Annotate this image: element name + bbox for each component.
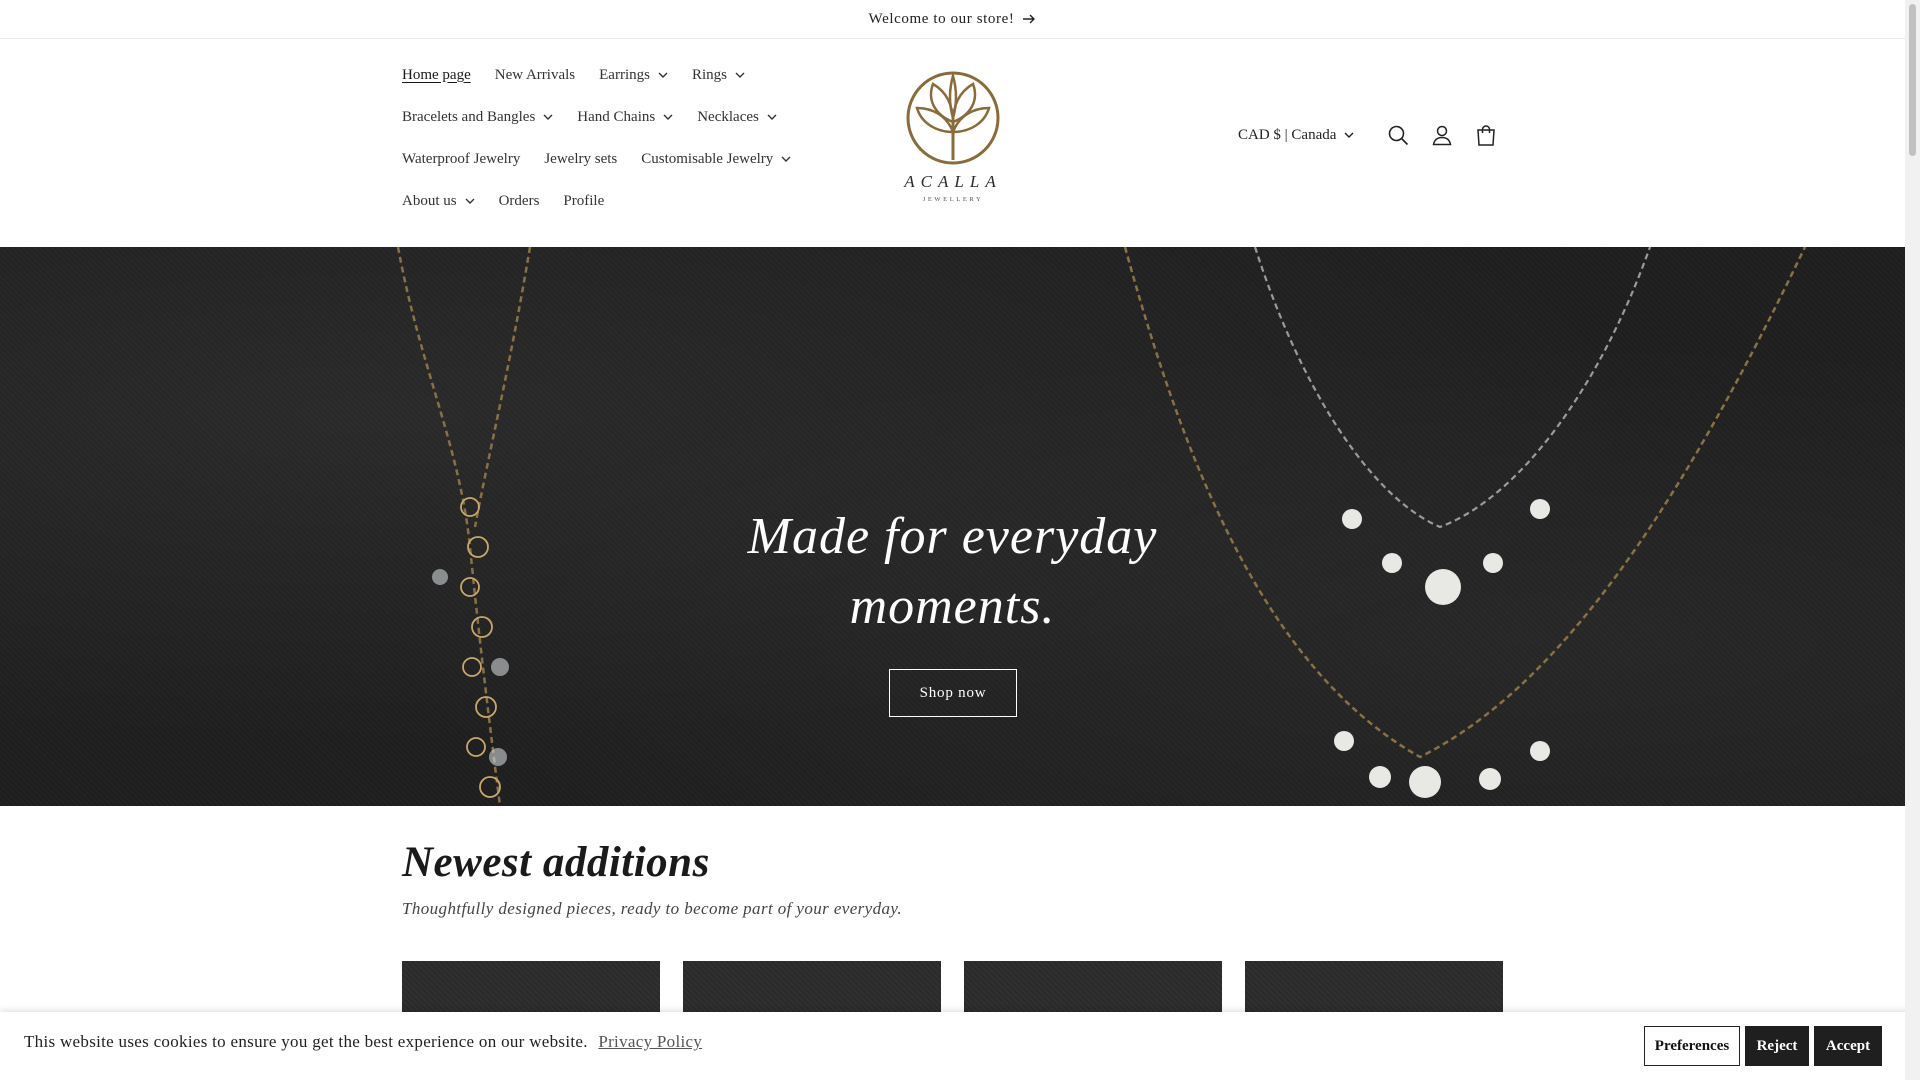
preferences-button[interactable]: Preferences — [1644, 1026, 1740, 1066]
chevron-down-icon — [658, 72, 668, 78]
nav-item-waterproof-jewelry[interactable]: Waterproof Jewelry — [402, 151, 520, 168]
page-scrollbar[interactable] — [1905, 0, 1920, 1080]
nav-item-bracelets-and-bangles[interactable]: Bracelets and Bangles — [402, 109, 553, 126]
cookie-actions: Preferences Reject Accept — [1639, 1026, 1882, 1066]
nav-item-label: Hand Chains — [577, 108, 656, 125]
nav-item-rings[interactable]: Rings — [692, 67, 745, 84]
nav-item-necklaces[interactable]: Necklaces — [697, 109, 777, 126]
main-navigation: Home page New Arrivals Earrings Rings Bracel… — [402, 54, 832, 222]
cookie-text: This website uses cookies to ensure you … — [24, 1032, 588, 1051]
search-icon[interactable] — [1387, 124, 1409, 146]
nav-item-earrings[interactable]: Earrings — [599, 67, 668, 84]
chevron-down-icon — [735, 72, 745, 78]
nav-item-label: Jewelry sets — [544, 150, 618, 167]
store-logo[interactable]: ACALLA JEWELLERY — [900, 70, 1006, 210]
site-header: Home page New Arrivals Earrings Rings Bracel… — [0, 40, 1905, 247]
nav-item-label: Orders — [498, 192, 540, 209]
account-icon[interactable] — [1431, 124, 1453, 146]
tree-logo-icon — [906, 71, 1000, 165]
chevron-down-icon — [1344, 132, 1354, 138]
announcement-text[interactable]: Welcome to our store! — [869, 11, 1015, 28]
newest-section: Newest additions Thoughtfully designed p… — [402, 838, 902, 919]
accept-button[interactable]: Accept — [1814, 1026, 1882, 1066]
nav-item-customisable-jewelry[interactable]: Customisable Jewelry — [641, 151, 791, 168]
hero-title-line1: Made for everyday — [747, 508, 1158, 565]
arrow-right-icon — [1022, 14, 1036, 24]
cart-icon[interactable] — [1475, 124, 1497, 146]
nav-row: Home page New Arrivals Earrings Rings — [402, 54, 832, 96]
chevron-down-icon — [767, 114, 777, 120]
privacy-policy-link[interactable]: Privacy Policy — [598, 1032, 702, 1051]
nav-item-label: Earrings — [599, 66, 650, 83]
nav-item-label: Home page — [402, 66, 471, 83]
currency-selector[interactable]: CAD $ | Canada — [1238, 127, 1354, 144]
nav-item-orders[interactable]: Orders — [499, 193, 540, 210]
nav-item-hand-chains[interactable]: Hand Chains — [577, 109, 673, 126]
hero-banner: Made for everyday moments. Shop now — [0, 247, 1905, 806]
chevron-down-icon — [663, 114, 673, 120]
reject-button[interactable]: Reject — [1745, 1026, 1809, 1066]
logo-name: ACALLA — [904, 172, 1002, 191]
section-title: Newest additions — [402, 839, 710, 886]
hero-title-line2: moments. — [849, 578, 1056, 635]
scrollbar-thumb[interactable] — [1909, 4, 1916, 156]
nav-item-about-us[interactable]: About us — [402, 193, 475, 210]
nav-item-jewelry-sets[interactable]: Jewelry sets — [544, 151, 617, 168]
nav-item-home-page[interactable]: Home page — [402, 67, 471, 84]
shop-now-button[interactable]: Shop now — [889, 669, 1017, 717]
chevron-down-icon — [465, 198, 475, 204]
chevron-down-icon — [543, 114, 553, 120]
nav-item-label: New Arrivals — [494, 66, 576, 83]
nav-row: Waterproof Jewelry Jewelry sets Customisab… — [402, 138, 832, 180]
logo-subtitle: JEWELLERY — [922, 196, 984, 203]
nav-item-label: Rings — [691, 66, 727, 83]
nav-item-label: About us — [402, 192, 457, 209]
nav-item-label: Profile — [563, 192, 605, 209]
cookie-message: This website uses cookies to ensure you … — [24, 1032, 702, 1052]
nav-item-label: Bracelets and Bangles — [402, 108, 536, 125]
header-tools: CAD $ | Canada — [1238, 120, 1508, 150]
cookie-banner: This website uses cookies to ensure you … — [0, 1012, 1920, 1080]
nav-item-label: Necklaces — [697, 108, 759, 125]
nav-row: Bracelets and Bangles Hand Chains Necklace… — [402, 96, 832, 138]
currency-label: CAD $ | Canada — [1238, 126, 1337, 143]
nav-item-label: Customisable Jewelry — [641, 150, 774, 167]
chevron-down-icon — [781, 156, 791, 162]
nav-item-new-arrivals[interactable]: New Arrivals — [495, 67, 575, 84]
hero-heading: Made for everyday moments. — [0, 502, 1905, 642]
nav-item-label: Waterproof Jewelry — [402, 150, 521, 167]
nav-item-profile[interactable]: Profile — [563, 193, 604, 210]
announcement-bar[interactable]: Welcome to our store! — [0, 0, 1905, 39]
section-subtitle: Thoughtfully designed pieces, ready to b… — [402, 899, 903, 918]
nav-row: About us Orders Profile — [402, 180, 832, 222]
